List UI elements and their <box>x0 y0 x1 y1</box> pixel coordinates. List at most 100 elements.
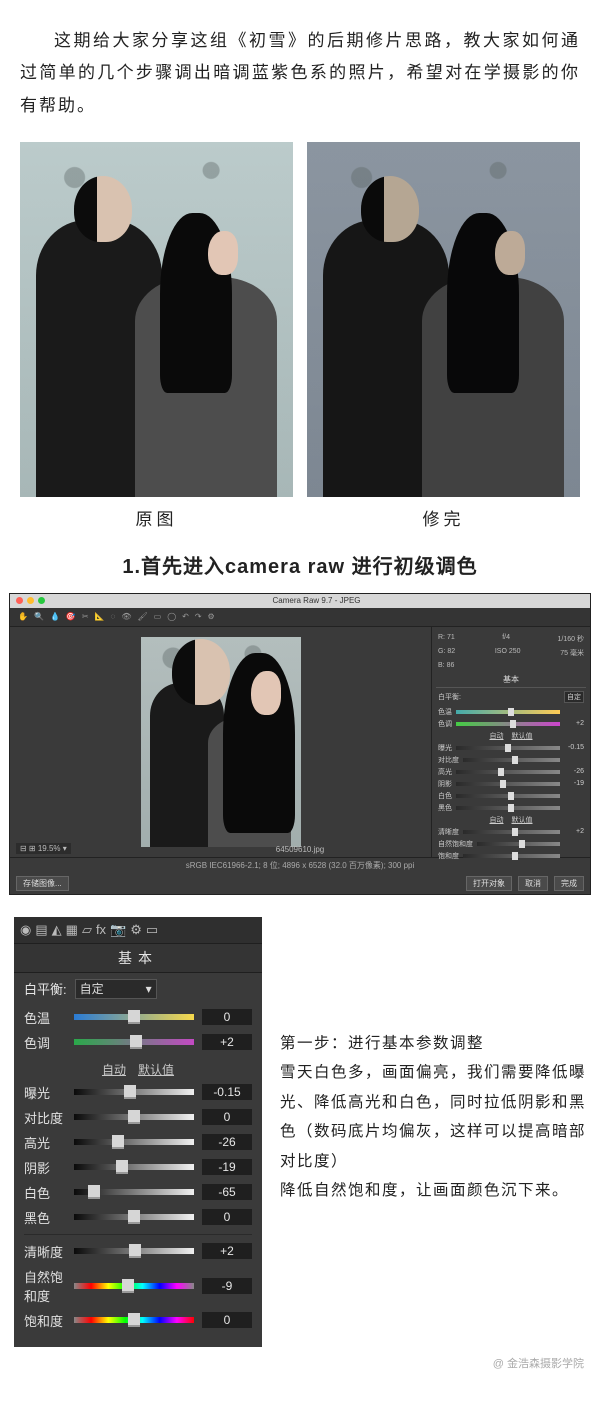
tile-edited: 修完 <box>307 142 580 530</box>
slider-track-阴影[interactable] <box>74 1164 194 1170</box>
default-link[interactable]: 默认值 <box>138 1063 174 1077</box>
slider-value-清晰度[interactable]: +2 <box>202 1243 252 1259</box>
mini-slider-track-色调[interactable] <box>456 722 560 726</box>
preview-image[interactable] <box>141 637 301 847</box>
slider-row-白色: 白色 -65 <box>14 1180 262 1205</box>
slider-value-曝光[interactable]: -0.15 <box>202 1084 252 1100</box>
tool-zoom-icon[interactable]: 🔍 <box>34 612 44 621</box>
tool-sampler-icon[interactable]: 🎯 <box>66 612 76 621</box>
tool-radial-icon[interactable]: ◯ <box>167 612 176 621</box>
slider-value-白色[interactable]: -65 <box>202 1184 252 1200</box>
mini-slider-track-曝光[interactable] <box>456 746 560 750</box>
maximize-dot-icon[interactable] <box>38 597 45 604</box>
status-profile[interactable]: sRGB IEC61966-2.1; 8 位; 4896 x 6528 (32.… <box>10 858 590 873</box>
tool-hand-icon[interactable]: ✋ <box>18 612 28 621</box>
mini-slider-track-高光[interactable] <box>456 770 560 774</box>
slider-value-色温[interactable]: 0 <box>202 1009 252 1025</box>
auto-link[interactable]: 自动 <box>102 1063 126 1077</box>
slider-track-对比度[interactable] <box>74 1114 194 1120</box>
slider-thumb-白色[interactable] <box>88 1185 100 1199</box>
slider-track-自然饱和度[interactable] <box>74 1283 194 1289</box>
slider-label-白色: 白色 <box>24 1183 66 1202</box>
slider-value-高光[interactable]: -26 <box>202 1134 252 1150</box>
mini-slider-track-自然饱和度[interactable] <box>477 842 560 846</box>
tab-fx-icon[interactable]: fx <box>96 922 106 937</box>
tab-camera-icon[interactable]: 📷 <box>110 922 126 938</box>
tool-grad-icon[interactable]: ▭ <box>154 612 162 621</box>
zoom-display[interactable]: ⊟ ⊞ 19.5% ▾ <box>16 843 71 854</box>
minimize-dot-icon[interactable] <box>27 597 34 604</box>
tool-rotate-l-icon[interactable]: ↶ <box>182 612 189 621</box>
tab-split-icon[interactable]: ▱ <box>82 922 92 938</box>
slider-thumb-对比度[interactable] <box>128 1110 140 1124</box>
slider-track-曝光[interactable] <box>74 1089 194 1095</box>
mini-slider-track-对比度[interactable] <box>463 758 560 762</box>
tab-tone-icon[interactable]: ▤ <box>35 922 47 938</box>
slider-thumb-自然饱和度[interactable] <box>122 1279 134 1293</box>
step-1-line-2: 雪天白色多，画面偏亮，我们需要降低曝光、降低高光和白色，同时拉低阴影和黑色（数码… <box>280 1058 586 1176</box>
mini-slider-track-色温[interactable] <box>456 710 560 714</box>
slider-thumb-色调[interactable] <box>130 1035 142 1049</box>
slider-value-阴影[interactable]: -19 <box>202 1159 252 1175</box>
slider-value-饱和度[interactable]: 0 <box>202 1312 252 1328</box>
slider-thumb-曝光[interactable] <box>124 1085 136 1099</box>
open-object-button[interactable]: 打开对象 <box>466 876 512 891</box>
slider-thumb-清晰度[interactable] <box>129 1244 141 1258</box>
histogram-info-2: G: 82 ISO 250 75 毫米 <box>436 647 586 659</box>
compare-block: 原图 修完 <box>0 132 600 530</box>
tab-preset-icon[interactable]: ⚙ <box>130 922 142 938</box>
slider-track-白色[interactable] <box>74 1189 194 1195</box>
close-dot-icon[interactable] <box>16 597 23 604</box>
mini-slider-track-白色[interactable] <box>456 794 560 798</box>
slider-thumb-黑色[interactable] <box>128 1210 140 1224</box>
slider-label-阴影: 阴影 <box>24 1158 66 1177</box>
mini-slider-track-清晰度[interactable] <box>463 830 560 834</box>
slider-thumb-色温[interactable] <box>128 1010 140 1024</box>
tool-adjust-icon[interactable]: 🖌 <box>137 612 147 621</box>
wb-label: 白平衡: <box>24 979 67 998</box>
slider-value-自然饱和度[interactable]: -9 <box>202 1278 252 1294</box>
chevron-down-icon: ▾ <box>146 982 152 996</box>
slider-track-高光[interactable] <box>74 1139 194 1145</box>
mini-slider-track-黑色[interactable] <box>456 806 560 810</box>
done-button[interactable]: 完成 <box>554 876 584 891</box>
slider-label-清晰度: 清晰度 <box>24 1242 66 1261</box>
slider-track-清晰度[interactable] <box>74 1248 194 1254</box>
slider-thumb-高光[interactable] <box>112 1135 124 1149</box>
mini-wb-row: 白平衡: 自定 <box>436 690 586 704</box>
basic-tabbar: ◉ ▤ ◭ ▦ ▱ fx 📷 ⚙ ▭ <box>14 917 262 944</box>
cancel-button[interactable]: 取消 <box>518 876 548 891</box>
tool-straighten-icon[interactable]: 📐 <box>95 612 105 621</box>
wb-select[interactable]: 自定 ▾ <box>75 979 157 999</box>
mini-slider-色调: 色调+2 <box>436 718 586 730</box>
tool-redeye-icon[interactable]: 👁 <box>121 612 131 621</box>
tab-lens-icon[interactable]: ◉ <box>20 922 31 938</box>
tool-rotate-r-icon[interactable]: ↷ <box>195 612 202 621</box>
slider-track-饱和度[interactable] <box>74 1317 194 1323</box>
mini-panel-title: 基本 <box>436 672 586 688</box>
canvas-area <box>10 627 431 857</box>
tool-prefs-icon[interactable]: ⚙ <box>208 612 215 621</box>
mini-wb-select[interactable]: 自定 <box>564 691 584 703</box>
tool-crop-icon[interactable]: ✂ <box>82 612 89 621</box>
mini-slider-清晰度: 清晰度+2 <box>436 826 586 838</box>
tab-snapshot-icon[interactable]: ▭ <box>146 922 158 938</box>
slider-track-黑色[interactable] <box>74 1214 194 1220</box>
tab-detail-icon[interactable]: ◭ <box>52 922 62 938</box>
slider-thumb-饱和度[interactable] <box>128 1313 140 1327</box>
slider-track-色调[interactable] <box>74 1039 194 1045</box>
tool-spot-icon[interactable]: ◌ <box>111 612 116 621</box>
slider-track-色温[interactable] <box>74 1014 194 1020</box>
slider-value-色调[interactable]: +2 <box>202 1034 252 1050</box>
caption-original: 原图 <box>136 505 178 530</box>
tab-hsl-icon[interactable]: ▦ <box>66 922 78 938</box>
save-image-button[interactable]: 存储图像... <box>16 876 69 891</box>
slider-label-黑色: 黑色 <box>24 1208 66 1227</box>
slider-thumb-阴影[interactable] <box>116 1160 128 1174</box>
slider-value-黑色[interactable]: 0 <box>202 1209 252 1225</box>
slider-value-对比度[interactable]: 0 <box>202 1109 252 1125</box>
mini-slider-track-饱和度[interactable] <box>463 854 560 858</box>
mini-slider-track-阴影[interactable] <box>456 782 560 786</box>
mini-slider-色温: 色温 <box>436 706 586 718</box>
tool-wb-icon[interactable]: 💧 <box>50 612 60 621</box>
